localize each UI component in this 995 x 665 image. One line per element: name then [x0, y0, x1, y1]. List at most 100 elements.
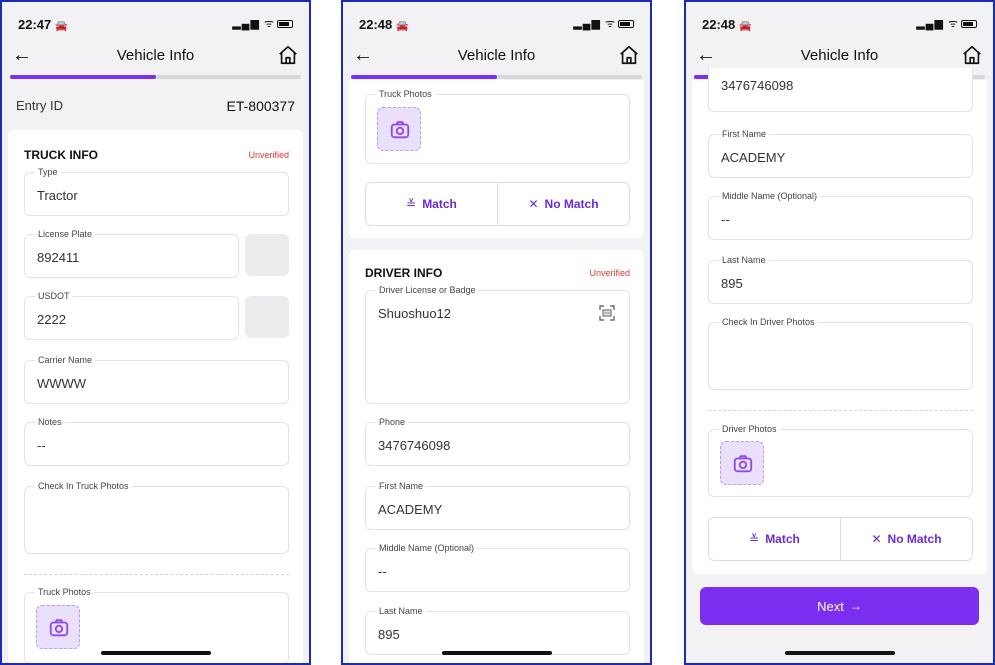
first-name-label: First Name: [719, 129, 770, 139]
checkin-truck-photos-label: Check In Truck Photos: [35, 481, 132, 491]
checkin-driver-photos: Check In Driver Photos: [708, 317, 973, 390]
driver-photos-field: Driver Photos: [708, 424, 973, 497]
entry-id-row: Entry ID ET-800377: [16, 98, 295, 116]
truck-photos-label: Truck Photos: [376, 89, 435, 99]
truck-status-badge: Unverified: [248, 150, 289, 160]
middle-name-label: Middle Name (Optional): [376, 543, 478, 553]
home-icon[interactable]: [618, 44, 640, 66]
no-match-button[interactable]: ✕ No Match: [497, 183, 629, 225]
navbar: ← Vehicle Info: [2, 42, 309, 72]
middle-name-label: Middle Name (Optional): [719, 191, 821, 201]
last-name-field[interactable]: Last Name 895: [365, 606, 630, 655]
status-time: 22:48 🚘: [359, 17, 409, 32]
match-button[interactable]: ≚ Match: [366, 183, 497, 225]
driver-info-card: DRIVER INFO Unverified Driver License or…: [349, 250, 644, 663]
last-name-field[interactable]: Last Name 895: [708, 255, 973, 304]
driver-photos-label: Driver Photos: [719, 424, 780, 434]
divider: [708, 410, 973, 411]
screen-2: 22:48 🚘 ▂▄▆ ᯤ ← Vehicle Info Truck Photos…: [341, 0, 652, 665]
check-list-icon: ≚: [749, 532, 760, 546]
middle-name-value: --: [721, 212, 730, 227]
signal-wifi-battery-icon: ▂▄▆ ᯤ: [232, 16, 293, 31]
phone-field[interactable]: Phone 3476746098: [365, 417, 630, 466]
arrow-right-icon: →: [849, 599, 862, 613]
no-match-button[interactable]: ✕ No Match: [840, 518, 972, 560]
next-label: Next: [817, 598, 844, 614]
driver-match-row: ≚ Match ✕ No Match: [708, 517, 973, 561]
usdot-photo-thumb[interactable]: [245, 296, 289, 338]
status-time: 22:48 🚘: [702, 17, 752, 32]
truck-info-card: TRUCK INFO Unverified Type Tractor Licen…: [8, 130, 303, 663]
usdot-label: USDOT: [35, 291, 73, 301]
close-icon: ✕: [528, 197, 539, 211]
first-name-value: ACADEMY: [721, 150, 786, 165]
status-time: 22:47 🚘: [18, 17, 68, 32]
plate-photo-thumb[interactable]: [245, 234, 289, 276]
progress-fill: [10, 75, 156, 79]
carrier-value: WWWW: [37, 376, 87, 391]
home-icon[interactable]: [961, 44, 983, 66]
notes-field[interactable]: Notes --: [24, 417, 289, 466]
phone-value: 3476746098: [721, 78, 794, 93]
divider: [24, 574, 289, 575]
entry-id-value: ET-800377: [226, 98, 296, 114]
checkin-driver-photos-label: Check In Driver Photos: [719, 317, 818, 327]
first-name-field[interactable]: First Name ACADEMY: [365, 481, 630, 530]
page-title: Vehicle Info: [457, 47, 536, 64]
last-name-value: 895: [378, 627, 400, 642]
truck-photos-field: Truck Photos: [365, 89, 630, 164]
truck-info-heading: TRUCK INFO: [24, 148, 98, 162]
car-icon: 🚘: [739, 21, 752, 32]
phone-label: Phone: [376, 417, 409, 427]
progress-fill: [351, 75, 497, 79]
usdot-field[interactable]: USDOT 2222: [24, 291, 239, 340]
carrier-name-field[interactable]: Carrier Name WWWW: [24, 355, 289, 404]
notes-label: Notes: [35, 417, 65, 427]
camera-icon[interactable]: [720, 441, 764, 485]
truck-match-row: ≚ Match ✕ No Match: [365, 182, 630, 226]
last-name-value: 895: [721, 276, 743, 291]
phone-field[interactable]: 3476746098: [708, 68, 973, 112]
match-button[interactable]: ≚ Match: [709, 518, 840, 560]
middle-name-field[interactable]: Middle Name (Optional) --: [708, 191, 973, 240]
driver-license-field[interactable]: Driver License or Badge Shuoshuo12: [365, 285, 630, 404]
signal-wifi-battery-icon: ▂▄▆ ᯤ: [573, 16, 634, 31]
status-bar: 22:48 🚘 ▂▄▆ ᯤ: [686, 2, 993, 42]
status-bar: 22:47 🚘 ▂▄▆ ᯤ: [2, 2, 309, 42]
progress-bar: [10, 75, 301, 79]
plate-value: 892411: [37, 250, 80, 265]
license-label: Driver License or Badge: [376, 285, 479, 295]
middle-name-value: --: [378, 564, 387, 579]
scan-icon[interactable]: [599, 305, 615, 321]
usdot-value: 2222: [37, 312, 66, 327]
driver-status-badge: Unverified: [589, 268, 630, 278]
type-field[interactable]: Type Tractor: [24, 167, 289, 216]
license-plate-field[interactable]: License Plate 892411: [24, 229, 239, 278]
checkin-truck-photos: Check In Truck Photos: [24, 481, 289, 554]
middle-name-field[interactable]: Middle Name (Optional) --: [365, 543, 630, 592]
home-icon[interactable]: [277, 44, 299, 66]
camera-icon[interactable]: [377, 107, 421, 151]
progress-bar: [351, 75, 642, 79]
entry-id-label: Entry ID: [16, 98, 63, 113]
type-value: Tractor: [37, 188, 78, 203]
type-label: Type: [35, 167, 61, 177]
car-icon: 🚘: [55, 21, 68, 32]
screen-1: 22:47 🚘 ▂▄▆ ᯤ ← Vehicle Info Entry ID ET-…: [0, 0, 311, 665]
check-list-icon: ≚: [406, 197, 417, 211]
status-bar: 22:48 🚘 ▂▄▆ ᯤ: [343, 2, 650, 42]
first-name-field[interactable]: First Name ACADEMY: [708, 129, 973, 178]
camera-icon[interactable]: [36, 605, 80, 649]
signal-wifi-battery-icon: ▂▄▆ ᯤ: [916, 16, 977, 31]
screen-3: 22:48 🚘 ▂▄▆ ᯤ ← Vehicle Info 3476746098 F…: [684, 0, 995, 665]
first-name-label: First Name: [376, 481, 427, 491]
license-value: Shuoshuo12: [378, 306, 452, 321]
first-name-value: ACADEMY: [378, 502, 443, 517]
carrier-label: Carrier Name: [35, 355, 96, 365]
driver-info-heading: DRIVER INFO: [365, 266, 443, 280]
next-button[interactable]: Next →: [700, 587, 979, 625]
driver-info-card-scrolled: 3476746098 First Name ACADEMY Middle Nam…: [692, 68, 987, 574]
last-name-label: Last Name: [719, 255, 769, 265]
notes-value: --: [37, 438, 46, 453]
close-icon: ✕: [871, 532, 882, 546]
